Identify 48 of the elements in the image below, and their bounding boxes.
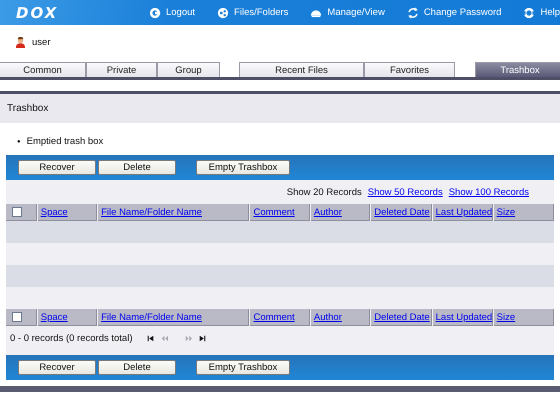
records-current: Show 20 Records (286, 186, 362, 198)
select-all-checkbox[interactable] (12, 207, 22, 217)
select-all-checkbox[interactable] (12, 312, 22, 322)
tab[interactable]: Favorites (364, 62, 455, 77)
sort-link[interactable]: Deleted Date (374, 312, 430, 322)
tab[interactable]: Private (86, 62, 157, 77)
power-icon (148, 6, 161, 18)
section-title: Trashbox (7, 103, 48, 114)
nav-link[interactable]: Help (523, 6, 560, 18)
status-message: Emptied trash box (26, 136, 104, 148)
sort-link[interactable]: File Name/Folder Name (101, 312, 202, 322)
sort-link[interactable]: Space (40, 206, 68, 218)
user-name: user (32, 36, 50, 48)
records-summary: 0 - 0 records (0 records total) (10, 332, 132, 344)
sort-link[interactable]: Last Updated (436, 206, 492, 218)
tab[interactable]: Trashbox (475, 62, 560, 77)
toolbar-button[interactable]: Delete (98, 360, 176, 375)
toolbar-button[interactable]: Recover (18, 360, 96, 375)
nav-link[interactable]: Files/Folders (217, 6, 288, 18)
toolbar-button[interactable]: Delete (98, 160, 176, 175)
toolbar-button[interactable]: Empty Trashbox (196, 160, 290, 175)
logo: DOX (16, 4, 60, 22)
tab[interactable]: Group (157, 62, 220, 77)
first-page-icon[interactable] (146, 334, 154, 342)
records-link[interactable]: Show 50 Records (368, 186, 443, 198)
sort-link[interactable]: Comment (253, 206, 295, 218)
records-link[interactable]: Show 100 Records (448, 186, 529, 198)
sort-link[interactable]: Author (314, 312, 342, 322)
help-icon (523, 6, 536, 18)
last-page-icon[interactable] (198, 334, 206, 342)
network-icon (217, 6, 230, 18)
toolbar-button[interactable]: Empty Trashbox (196, 360, 290, 375)
nav-link[interactable]: Manage/View (310, 6, 385, 18)
nav-link[interactable]: Change Password (406, 6, 502, 18)
sort-link[interactable]: Author (314, 206, 342, 218)
sort-link[interactable]: Size (496, 312, 516, 322)
sort-link[interactable]: Space (40, 312, 68, 322)
user-icon (15, 36, 26, 48)
toolbar-button[interactable]: Recover (18, 160, 96, 175)
sort-link[interactable]: Comment (253, 312, 295, 322)
tab[interactable]: Common (0, 62, 86, 77)
sort-link[interactable]: File Name/Folder Name (101, 206, 202, 218)
refresh-icon (406, 6, 419, 18)
sort-link[interactable]: Last Updated (436, 312, 492, 322)
sort-link[interactable]: Deleted Date (374, 206, 430, 218)
sort-link[interactable]: Size (496, 206, 516, 218)
tab[interactable]: Recent Files (239, 62, 364, 77)
nav-link[interactable]: Logout (148, 6, 196, 18)
